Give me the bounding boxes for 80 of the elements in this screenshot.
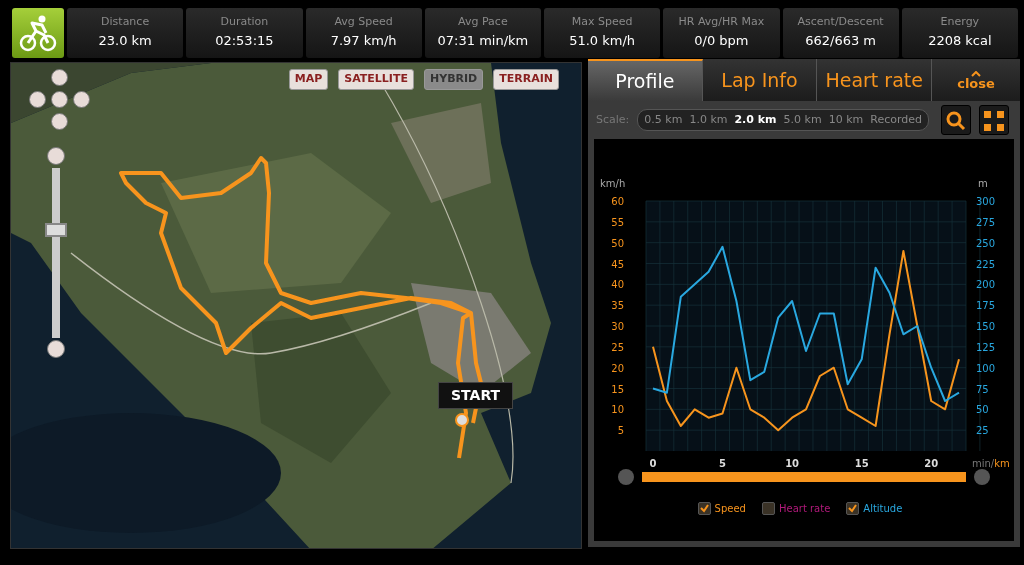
cyclist-icon xyxy=(18,13,58,53)
axis-tick-label: 40 xyxy=(611,279,624,291)
axis-tick-label: 200 xyxy=(976,279,996,291)
tab[interactable]: Lap Info xyxy=(702,59,818,101)
stat-label: Ascent/Descent xyxy=(796,14,885,30)
stat-value: 7.97 km/h xyxy=(329,31,398,50)
tab[interactable]: Heart rate xyxy=(817,59,932,101)
scale-label: Scale: xyxy=(596,111,630,128)
stat-label: Max Speed xyxy=(570,14,634,30)
stat-value: 2208 kcal xyxy=(927,31,993,50)
stat-label: Duration xyxy=(219,14,270,30)
stat-label: HR Avg/HR Max xyxy=(677,14,766,30)
stat-value: 0/0 bpm xyxy=(693,31,750,50)
stat-label: Energy xyxy=(939,14,981,30)
axis-tick-label: 5 xyxy=(719,458,726,469)
axis-tick-label: 50 xyxy=(976,404,989,416)
scale-option[interactable]: 0.5 km xyxy=(644,111,683,129)
axis-title: m xyxy=(978,178,988,189)
zoom-out-range-button[interactable] xyxy=(618,469,634,485)
map-type-button[interactable]: TERRAIN xyxy=(493,69,559,90)
axis-tick-label: 225 xyxy=(976,258,996,270)
map-type-button[interactable]: HYBRID xyxy=(423,69,484,90)
map-type-button[interactable]: SATELLITE xyxy=(338,69,414,90)
axis-tick-label: 15 xyxy=(611,383,624,395)
stat-value: 662/663 m xyxy=(804,31,878,50)
axis-tick-label: 45 xyxy=(611,258,624,270)
axis-tick-label: 30 xyxy=(611,321,624,332)
axis-tick-label: 150 xyxy=(976,321,996,332)
axis-tick-label: 10 xyxy=(611,404,624,416)
stat-label: Avg Pace xyxy=(457,14,509,30)
axis-tick-label: 5 xyxy=(617,425,624,437)
axis-tick-label: 75 xyxy=(976,383,989,395)
caret-up-icon xyxy=(971,70,981,77)
axis-tick-label: 50 xyxy=(611,237,624,249)
axis-tick-label: 15 xyxy=(854,458,869,469)
axis-tick-label: 100 xyxy=(976,362,996,374)
axis-tick-label: 275 xyxy=(976,216,996,228)
scale-option[interactable]: 1.0 km xyxy=(689,111,728,129)
legend-checkbox[interactable] xyxy=(846,502,860,515)
scale-option[interactable]: 10 km xyxy=(828,111,864,129)
stat-label: Distance xyxy=(100,14,151,30)
stat-value: 02:53:15 xyxy=(214,31,275,50)
scale-option[interactable]: 2.0 km xyxy=(734,111,777,129)
scale-option[interactable]: Recorded xyxy=(870,111,922,129)
zoom-chart-button[interactable] xyxy=(941,105,971,135)
legend-label: Speed xyxy=(714,502,746,516)
stat-value: 23.0 km xyxy=(97,31,153,50)
legend-checkbox[interactable] xyxy=(697,502,711,515)
axis-tick-label: 35 xyxy=(611,300,624,312)
legend-checkbox[interactable] xyxy=(761,502,775,515)
axis-tick-label: 60 xyxy=(611,196,624,207)
axis-tick-label: 175 xyxy=(976,300,996,312)
legend-label: Heart rate xyxy=(778,502,831,516)
axis-tick-label: 300 xyxy=(976,196,996,207)
axis-tick-label: 20 xyxy=(611,362,624,374)
stat-value: 51.0 km/h xyxy=(568,31,637,50)
axis-tick-label: 125 xyxy=(976,341,996,353)
zoom-in-range-button[interactable] xyxy=(974,469,990,485)
legend-label: Altitude xyxy=(863,502,903,516)
range-slider-fill[interactable] xyxy=(642,472,966,482)
axis-tick-label: 55 xyxy=(611,216,624,228)
unit-toggle[interactable]: min/km xyxy=(972,458,1010,469)
axis-tick-label: 0 xyxy=(649,458,657,469)
axis-tick-label: 250 xyxy=(976,237,996,249)
axis-title: km/h xyxy=(600,178,626,189)
axis-tick-label: 25 xyxy=(976,425,989,437)
expand-icon xyxy=(983,109,1005,132)
search-icon xyxy=(945,109,967,132)
scale-option[interactable]: 5.0 km xyxy=(783,111,822,129)
close-button[interactable]: close xyxy=(932,59,1020,101)
tab[interactable]: Profile xyxy=(588,59,703,101)
axis-tick-label: 25 xyxy=(611,341,624,353)
map-type-button[interactable]: MAP xyxy=(288,69,329,90)
start-label: START xyxy=(438,382,514,409)
stat-value: 07:31 min/km xyxy=(436,31,530,50)
axis-tick-label: 10 xyxy=(785,458,800,469)
start-marker xyxy=(455,413,469,427)
fullscreen-button[interactable] xyxy=(979,105,1009,135)
axis-tick-label: 20 xyxy=(924,458,939,469)
stat-label: Avg Speed xyxy=(333,14,394,30)
